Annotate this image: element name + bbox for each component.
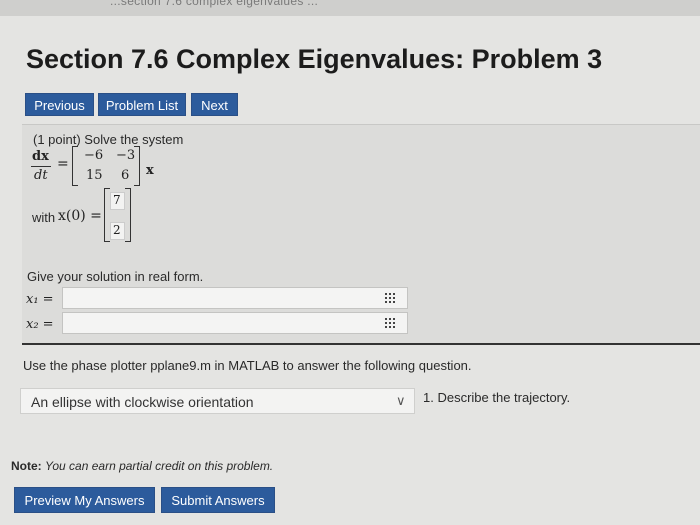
note-text: You can earn partial credit on this prob… — [45, 459, 274, 473]
phase-plotter-text: Use the phase plotter pplane9.m in MATLA… — [23, 358, 472, 373]
initial-vector-bottom: 2 — [113, 223, 121, 237]
matrix-right-bracket — [134, 146, 140, 186]
note-line: Note: You can earn partial credit on thi… — [11, 459, 273, 473]
equation-editor-icon[interactable] — [385, 318, 397, 328]
fraction-bar — [31, 166, 51, 167]
initial-vector-top: 7 — [113, 193, 121, 207]
vector-x: x — [146, 163, 154, 178]
problem-divider — [22, 343, 700, 345]
fraction-denominator: dt — [34, 168, 48, 183]
x1-label: x₁ = — [26, 292, 54, 307]
next-button[interactable]: Next — [191, 93, 238, 116]
fraction-numerator: dx — [32, 149, 49, 164]
matrix-a11: −6 — [84, 148, 104, 163]
preview-answers-button[interactable]: Preview My Answers — [14, 487, 155, 513]
page-title: Section 7.6 Complex Eigenvalues: Problem… — [26, 44, 603, 74]
trajectory-dropdown[interactable]: An ellipse with clockwise orientation — [20, 388, 415, 414]
matrix-a12: −3 — [116, 148, 136, 163]
note-label: Note: — [11, 459, 42, 473]
previous-button[interactable]: Previous — [25, 93, 94, 116]
x1-answer-input[interactable] — [62, 287, 408, 309]
matrix-left-bracket — [72, 146, 78, 186]
question-label: 1. Describe the trajectory. — [423, 390, 571, 405]
equals-sign: = — [57, 156, 69, 172]
equation-editor-icon[interactable] — [385, 293, 397, 303]
problem-list-button[interactable]: Problem List — [98, 93, 186, 116]
matrix-a22: 6 — [121, 168, 130, 183]
with-text: with — [32, 210, 56, 225]
browser-tab-text: ...section 7.6 complex eigenvalues ... — [110, 0, 319, 8]
initial-vector-right-bracket — [125, 188, 131, 242]
submit-answers-button[interactable]: Submit Answers — [161, 487, 275, 513]
x2-label: x₂ = — [26, 317, 54, 332]
chevron-down-icon[interactable]: ∨ — [396, 388, 406, 414]
instruction-text: Give your solution in real form. — [27, 269, 204, 284]
matrix-a21: 15 — [86, 168, 103, 183]
initial-condition-lhs: x(0) = — [58, 208, 102, 224]
problem-intro: (1 point) Solve the system — [33, 132, 184, 147]
x2-answer-input[interactable] — [62, 312, 408, 334]
browser-tab-strip: ...section 7.6 complex eigenvalues ... — [0, 0, 700, 16]
